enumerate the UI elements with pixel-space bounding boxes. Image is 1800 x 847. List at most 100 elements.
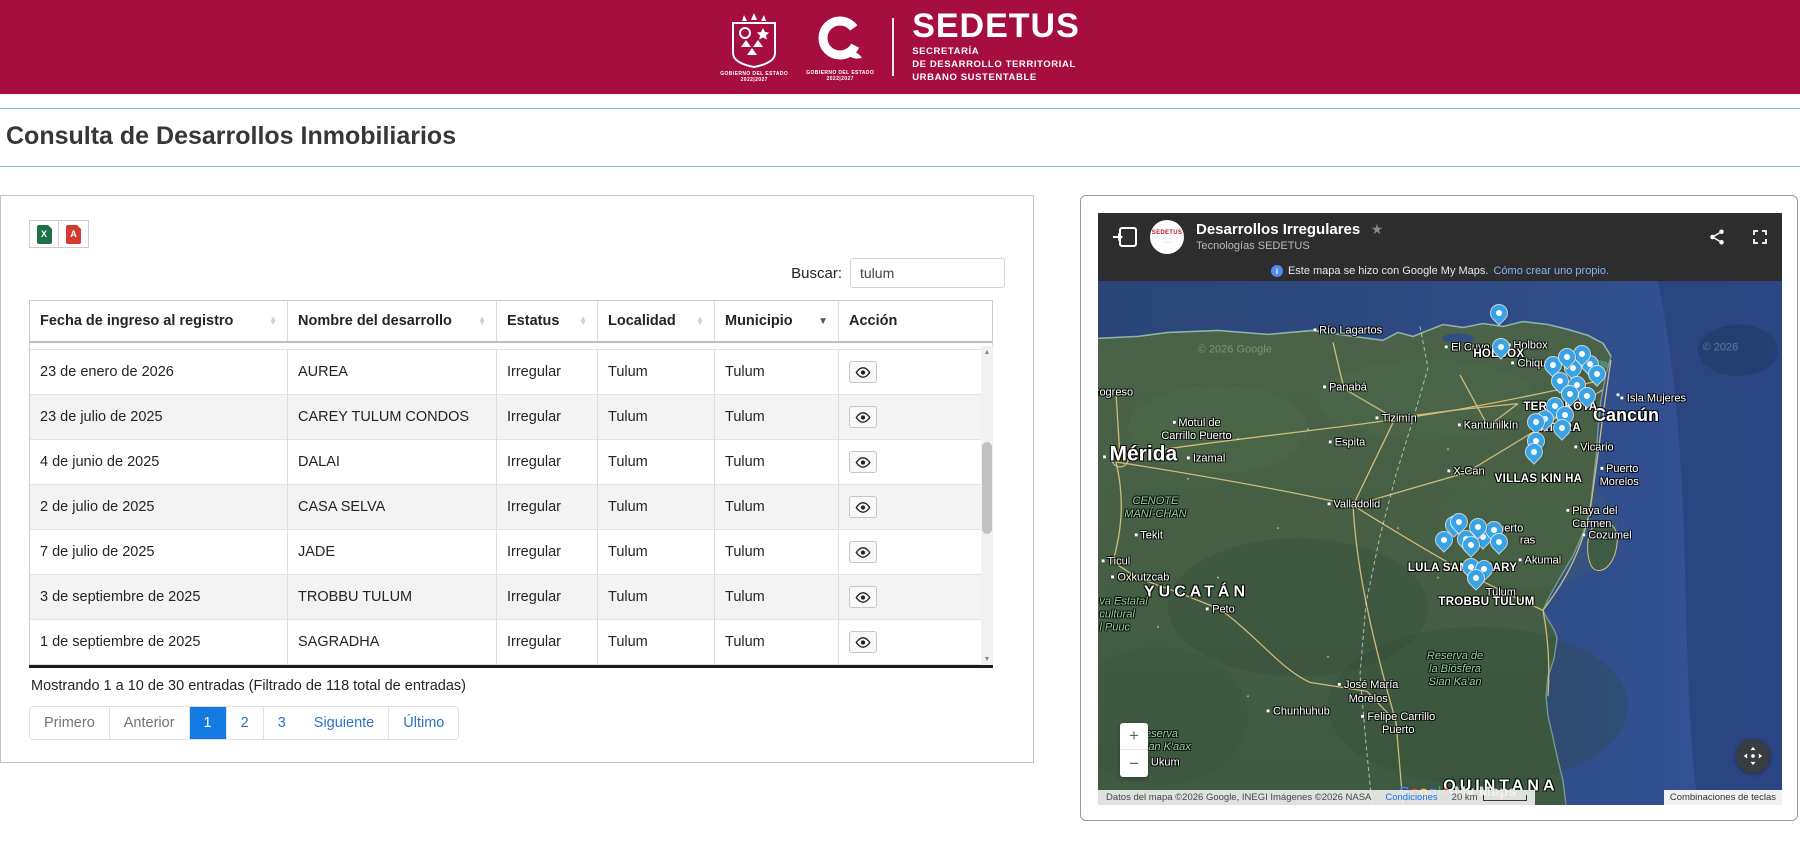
cell-localidad: Tulum xyxy=(598,575,715,619)
map-pin[interactable] xyxy=(1487,302,1510,325)
table-row: 3 de septiembre de 2025TROBBU TULUMIrreg… xyxy=(30,575,992,620)
map-label: Valladolid xyxy=(1327,499,1380,512)
town-dot xyxy=(1134,533,1137,536)
table-info: Mostrando 1 a 10 de 30 entradas (Filtrad… xyxy=(31,678,1005,694)
column-header[interactable]: Acción xyxy=(839,301,982,341)
map-label: Reserva de la Biósfera Sian Ka'an xyxy=(1427,650,1483,690)
view-details-button[interactable] xyxy=(849,406,877,428)
table-row: 4 de junio de 2025DALAIIrregularTulumTul… xyxy=(30,440,992,485)
view-details-button[interactable] xyxy=(849,496,877,518)
map-label: CENOTE MANÍ-CHAN xyxy=(1124,495,1186,521)
map-titles: Desarrollos Irregulares ★ Tecnologías SE… xyxy=(1196,221,1383,252)
map-label: Panabá xyxy=(1323,382,1367,395)
pagination-last[interactable]: Último xyxy=(389,707,458,739)
page-title: Consulta de Desarrollos Inmobiliarios xyxy=(6,122,1800,151)
cell-fecha: 3 de septiembre de 2025 xyxy=(30,575,288,619)
terms-link[interactable]: Condiciones xyxy=(1385,792,1437,803)
town-dot xyxy=(1103,455,1106,458)
town-dot xyxy=(1566,509,1569,512)
table-bottom-rule xyxy=(29,665,993,668)
create-own-map-link[interactable]: Cómo crear uno propio. xyxy=(1493,265,1609,277)
app-header: GOBIERNO DEL ESTADO 2022|2027 GOBIERNO D… xyxy=(0,0,1800,94)
pagination-first[interactable]: Primero xyxy=(30,707,110,739)
view-details-button[interactable] xyxy=(849,451,877,473)
q-ring-icon xyxy=(812,12,868,68)
search-row: Buscar: xyxy=(29,258,1005,288)
zoom-out-button[interactable]: − xyxy=(1120,750,1148,777)
pagination-next[interactable]: Siguiente xyxy=(300,707,389,739)
map-label: Río Lagartos xyxy=(1313,325,1382,338)
cell-fecha: 2 de julio de 2025 xyxy=(30,485,288,529)
view-details-button[interactable] xyxy=(849,631,877,653)
scroll-down-arrow[interactable]: ▼ xyxy=(981,653,993,665)
pagination: Primero Anterior 123 Siguiente Último xyxy=(29,706,459,740)
view-details-button[interactable] xyxy=(849,586,877,608)
table-row: 1 de septiembre de 2025SAGRADHAIrregular… xyxy=(30,620,992,665)
cell-estatus: Irregular xyxy=(497,485,598,529)
cell-localidad: Tulum xyxy=(598,485,715,529)
column-label: Localidad xyxy=(608,313,676,329)
zoom-in-button[interactable]: + xyxy=(1120,723,1148,750)
pagination-page-2[interactable]: 2 xyxy=(227,707,264,739)
scroll-up-arrow[interactable]: ▲ xyxy=(981,346,993,358)
cell-estatus: Irregular xyxy=(497,350,598,394)
column-label: Nombre del desarrollo xyxy=(298,313,452,329)
scrollbar-thumb[interactable] xyxy=(982,442,992,534)
data-table: Fecha de ingreso al registro▲▼Nombre del… xyxy=(29,300,993,665)
export-excel-button[interactable]: X xyxy=(29,220,59,248)
panel-toggle-icon[interactable] xyxy=(1112,226,1138,248)
share-icon[interactable] xyxy=(1708,228,1726,246)
sort-icons[interactable]: ▲▼ xyxy=(690,317,704,326)
cell-municipio: Tulum xyxy=(715,620,839,664)
export-pdf-button[interactable]: A xyxy=(59,220,89,248)
town-dot xyxy=(1323,386,1326,389)
keyboard-shortcuts-button[interactable]: Combinaciones de teclas xyxy=(1664,790,1782,805)
sort-icons[interactable]: ▲▼ xyxy=(472,317,486,326)
fullscreen-icon[interactable] xyxy=(1752,229,1768,245)
cell-accion xyxy=(839,530,982,574)
column-header[interactable]: Fecha de ingreso al registro▲▼ xyxy=(30,301,288,341)
cell-municipio: Tulum xyxy=(715,350,839,394)
table-scrollbar[interactable]: ▲ ▼ xyxy=(981,346,993,665)
view-details-button[interactable] xyxy=(849,541,877,563)
town-dot xyxy=(1600,467,1603,470)
sort-desc-icon[interactable]: ▼ xyxy=(812,316,828,327)
cell-municipio: Tulum xyxy=(715,530,839,574)
map-label: Kantunilkín xyxy=(1458,419,1518,432)
town-dot xyxy=(1338,683,1341,686)
map-label: Izamal xyxy=(1187,453,1225,466)
pagination-page-1[interactable]: 1 xyxy=(190,707,227,739)
star-favorite-icon[interactable]: ★ xyxy=(1371,221,1384,237)
search-input[interactable] xyxy=(850,258,1005,288)
column-label: Estatus xyxy=(507,313,559,329)
town-dot xyxy=(1445,345,1448,348)
cell-accion xyxy=(839,620,982,664)
eye-icon xyxy=(855,412,871,423)
pan-control[interactable] xyxy=(1736,739,1770,773)
map-viewport[interactable]: Río LagartosEl CuyoHolboxChiquiláPanabáT… xyxy=(1098,281,1782,805)
map-label: Ticul xyxy=(1101,556,1130,569)
cell-localidad: Tulum xyxy=(598,440,715,484)
map-label: Playa del Carmen xyxy=(1566,505,1617,531)
column-header[interactable]: Estatus ▲▼ xyxy=(497,301,598,341)
sort-icons[interactable]: ▲▼ xyxy=(573,317,587,326)
state-coat-of-arms-logo: GOBIERNO DEL ESTADO 2022|2027 xyxy=(720,11,788,84)
map-label: YUCATÁN xyxy=(1144,582,1249,601)
quintana-roo-q-logo: GOBIERNO DEL ESTADO 2022|2027 xyxy=(806,12,874,83)
pagination-page-3[interactable]: 3 xyxy=(264,707,300,739)
cell-estatus: Irregular xyxy=(497,620,598,664)
town-dot xyxy=(1458,423,1461,426)
map-zoom-control: + − xyxy=(1120,723,1148,777)
cell-fecha: 7 de julio de 2025 xyxy=(30,530,288,574)
column-label: Municipio xyxy=(725,313,793,329)
cell-fecha: 23 de enero de 2026 xyxy=(30,350,288,394)
pagination-previous[interactable]: Anterior xyxy=(110,707,190,739)
column-header[interactable]: Localidad ▲▼ xyxy=(598,301,715,341)
attribution-text: Datos del mapa ©2026 Google, INEGI Imáge… xyxy=(1106,792,1371,803)
column-header[interactable]: Nombre del desarrollo ▲▼ xyxy=(288,301,497,341)
view-details-button[interactable] xyxy=(849,361,877,383)
town-dot xyxy=(1172,421,1175,424)
map-label: VILLAS KIN HA xyxy=(1495,473,1583,487)
column-header[interactable]: Municipio ▼ xyxy=(715,301,839,341)
sort-icons[interactable]: ▲▼ xyxy=(263,317,277,326)
